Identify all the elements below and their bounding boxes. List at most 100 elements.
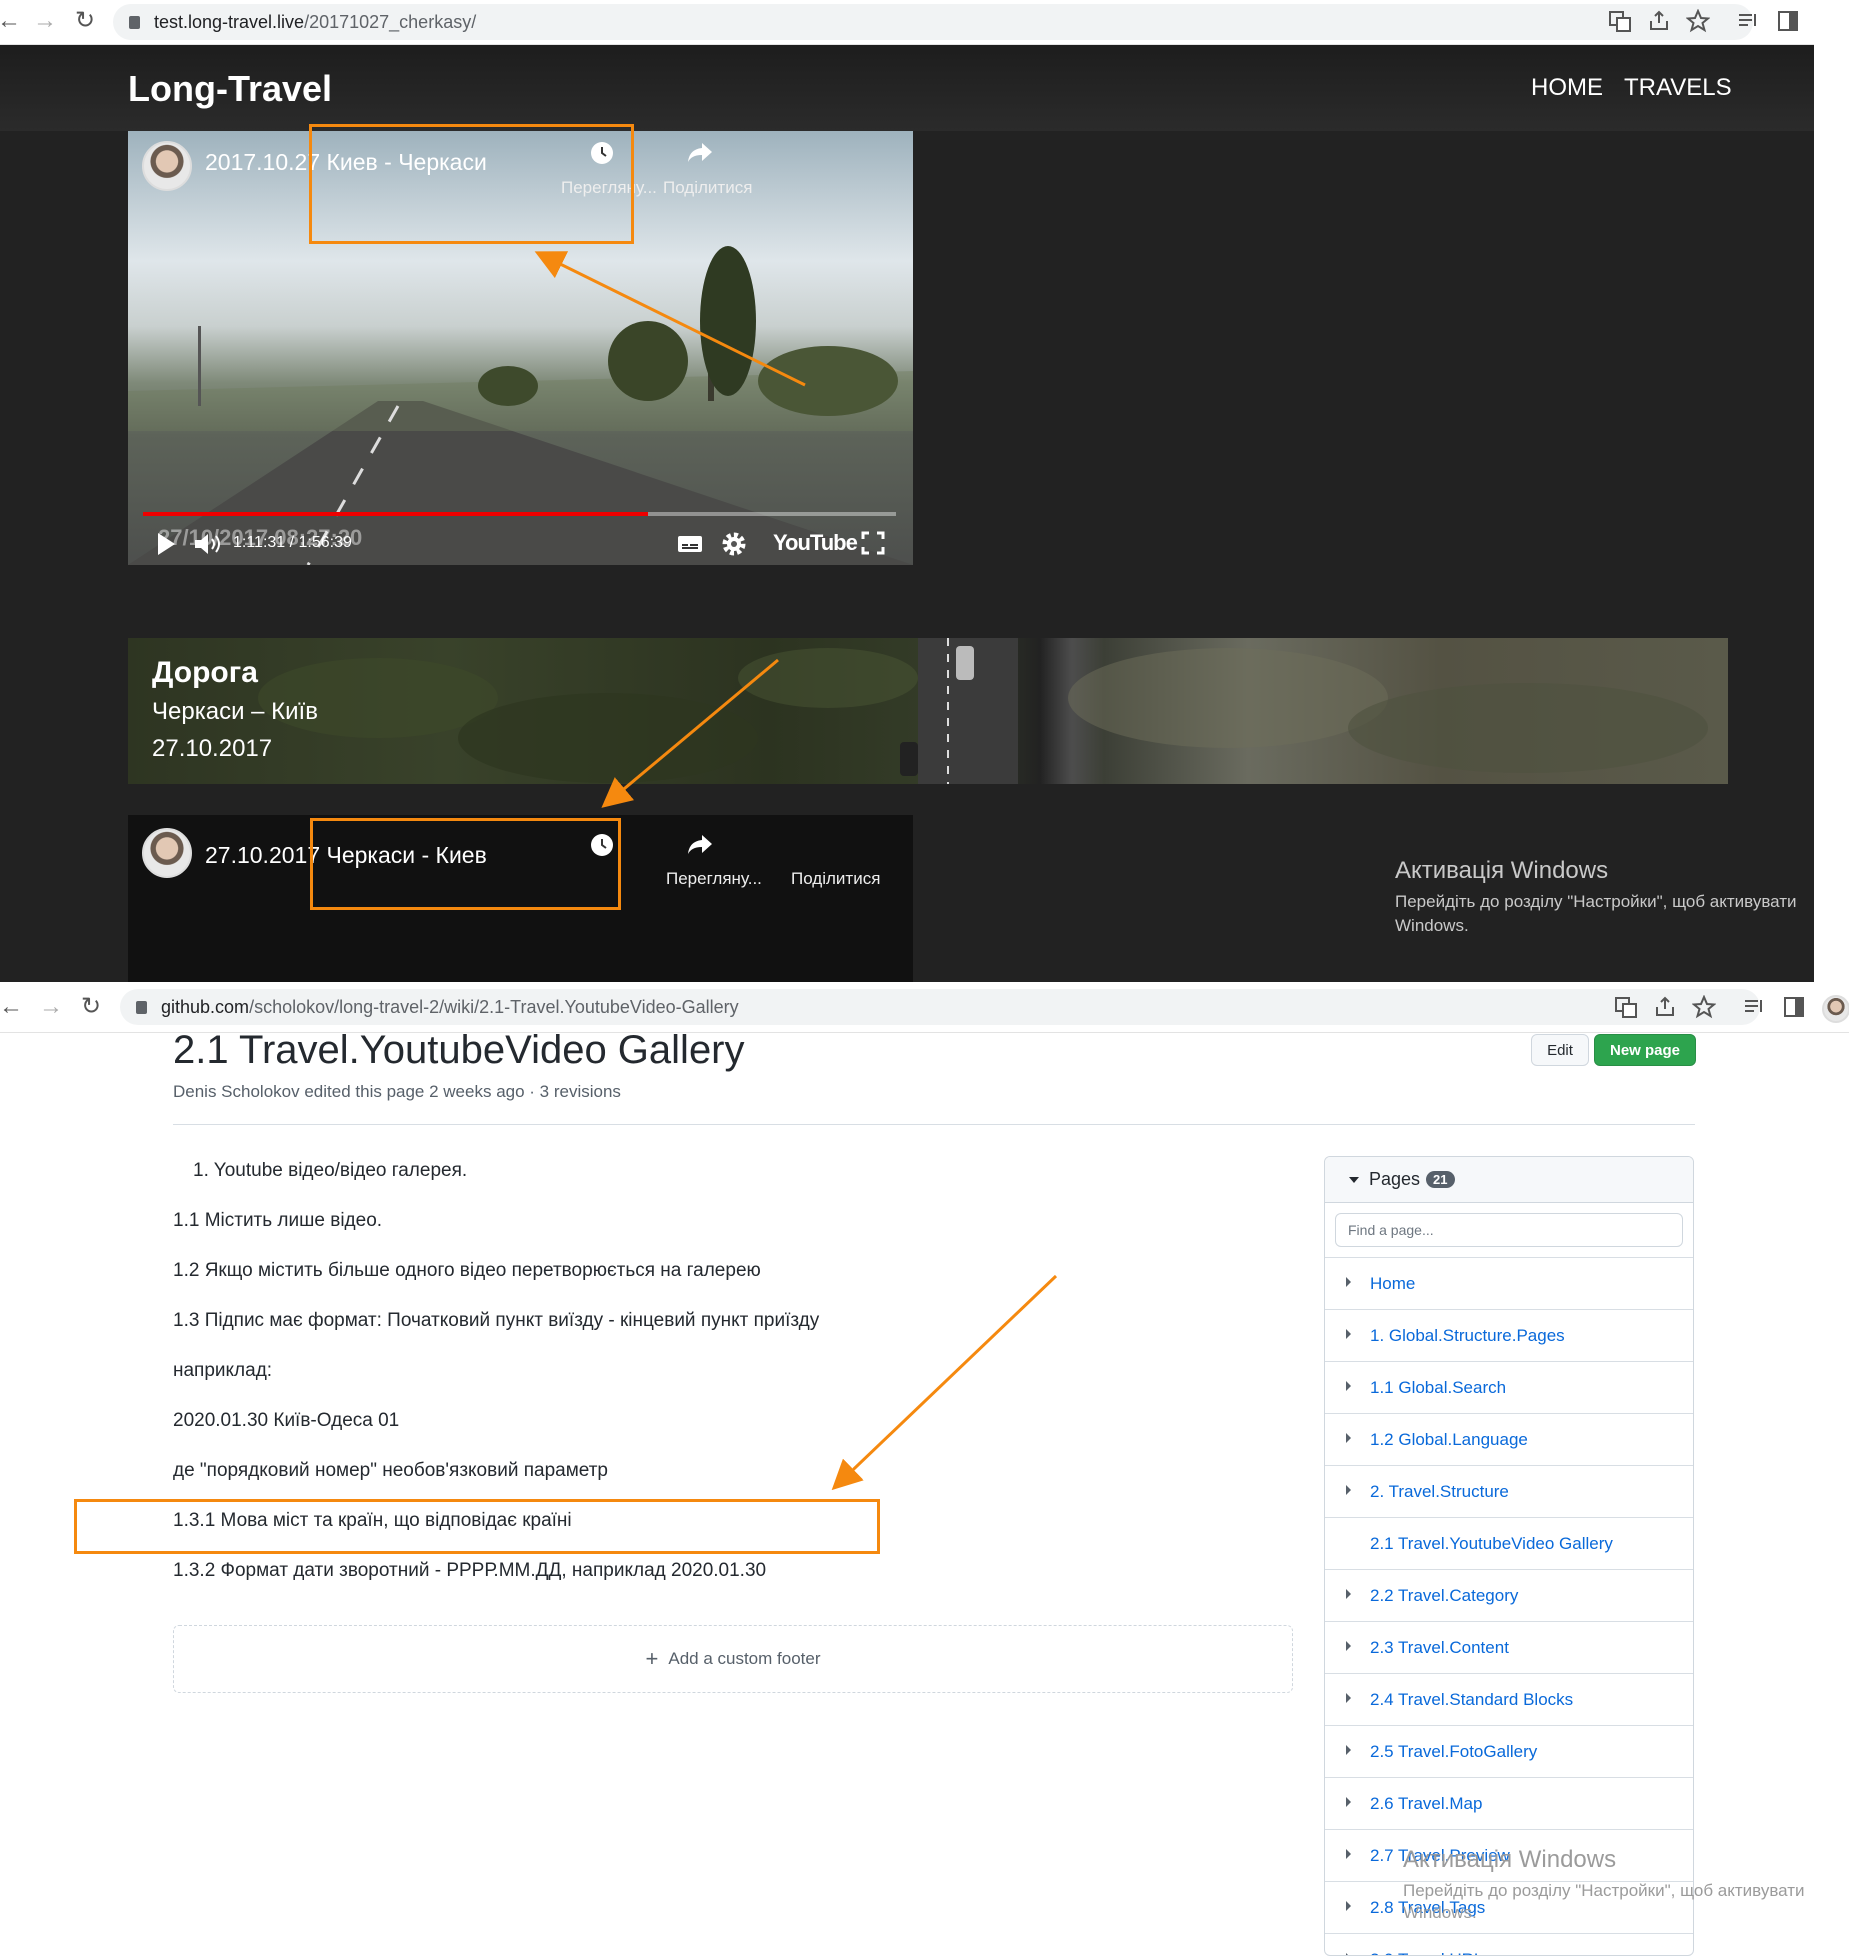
sidebar-page-item[interactable]: 2.6 Travel.Map bbox=[1325, 1777, 1693, 1829]
forward-icon[interactable]: → bbox=[32, 8, 58, 34]
sidebar-page-link[interactable]: 1.1 Global.Search bbox=[1370, 1378, 1506, 1398]
address-bar[interactable]: test.long-travel.live/20171027_cherkasy/ bbox=[113, 4, 1753, 40]
caret-right-icon[interactable] bbox=[1346, 1641, 1351, 1651]
find-page-input[interactable]: Find a page... bbox=[1335, 1213, 1683, 1247]
windows-activation-line2-2: Windows. bbox=[1403, 1903, 1477, 1923]
sidebar-page-link[interactable]: 2.2 Travel.Category bbox=[1370, 1586, 1518, 1606]
bookmark-star-icon[interactable] bbox=[1686, 9, 1710, 33]
edit-button[interactable]: Edit bbox=[1531, 1034, 1589, 1066]
site-logo[interactable]: Long-Travel bbox=[128, 68, 332, 110]
share-icon-2[interactable] bbox=[1653, 995, 1677, 1019]
caret-right-icon[interactable] bbox=[1346, 1849, 1351, 1859]
windows-activation-title-2: Активація Windows bbox=[1403, 1846, 1616, 1874]
sidebar-page-item[interactable]: 2. Travel.Structure bbox=[1325, 1465, 1693, 1517]
caret-right-icon[interactable] bbox=[1346, 1381, 1351, 1391]
share-arrow-icon[interactable] bbox=[686, 140, 714, 166]
route-banner: Дорога Черкаси – Київ 27.10.2017 bbox=[128, 638, 1728, 784]
reload-icon-2[interactable]: ↻ bbox=[78, 994, 104, 1020]
progress-played bbox=[143, 512, 648, 516]
sidebar-page-item[interactable]: 2.4 Travel.Standard Blocks bbox=[1325, 1673, 1693, 1725]
back-icon-2[interactable]: ← bbox=[0, 994, 24, 1020]
share-label[interactable]: Поділитися bbox=[663, 178, 752, 198]
sidebar-page-item[interactable]: 2.1 Travel.YoutubeVideo Gallery bbox=[1325, 1517, 1693, 1569]
wiki-page-title: 2.1 Travel.YoutubeVideo Gallery bbox=[173, 1028, 745, 1073]
sidebar-page-item[interactable]: 1.2 Global.Language bbox=[1325, 1413, 1693, 1465]
header-divider bbox=[173, 1124, 1695, 1125]
sidebar-page-item[interactable]: Home bbox=[1325, 1257, 1693, 1309]
windows-activation-line1-2: Перейдіть до розділу "Настройки", щоб ак… bbox=[1403, 1881, 1805, 1901]
watch-later-label-2[interactable]: Перегляну... bbox=[666, 869, 762, 889]
sidebar-page-item[interactable]: 1. Global.Structure.Pages bbox=[1325, 1309, 1693, 1361]
windows-activation-title: Активація Windows bbox=[1395, 857, 1608, 885]
sidebar-page-link[interactable]: 2.3 Travel.Content bbox=[1370, 1638, 1509, 1658]
address-bar-2[interactable]: github.com/scholokov/long-travel-2/wiki/… bbox=[120, 989, 1760, 1025]
caret-right-icon[interactable] bbox=[1346, 1797, 1351, 1807]
fullscreen-icon[interactable] bbox=[861, 531, 885, 555]
lock-icon bbox=[129, 16, 140, 29]
youtube-logo[interactable]: YouTube bbox=[773, 530, 857, 556]
video-time: 1:11:31 / 1:56:39 bbox=[233, 534, 352, 552]
share-icon[interactable] bbox=[1647, 9, 1671, 33]
wiki-para-3: 1.2 Якщо містить більше одного відео пер… bbox=[173, 1260, 761, 1282]
side-panel-icon[interactable] bbox=[1776, 9, 1800, 33]
sidebar-page-link[interactable]: 2.1 Travel.YoutubeVideo Gallery bbox=[1370, 1534, 1613, 1554]
bookmark-star-icon-2[interactable] bbox=[1692, 995, 1716, 1019]
new-page-button[interactable]: New page bbox=[1594, 1034, 1696, 1066]
sidebar-page-link[interactable]: 2. Travel.Structure bbox=[1370, 1482, 1509, 1502]
wiki-para-7: де "порядковий номер" необов'язковий пар… bbox=[173, 1460, 608, 1482]
sidebar-page-link[interactable]: 2.5 Travel.FotoGallery bbox=[1370, 1742, 1537, 1762]
nav-home[interactable]: HOME bbox=[1531, 74, 1603, 102]
caret-right-icon[interactable] bbox=[1346, 1745, 1351, 1755]
translate-icon[interactable] bbox=[1608, 9, 1632, 33]
url-domain-2: github.com bbox=[161, 997, 249, 1017]
bottom-browser-toolbar: ← → ↻ github.com/scholokov/long-travel-2… bbox=[0, 982, 1849, 1033]
subtitles-icon[interactable] bbox=[677, 534, 703, 554]
caret-right-icon[interactable] bbox=[1346, 1329, 1351, 1339]
sidebar-page-item[interactable]: 2.5 Travel.FotoGallery bbox=[1325, 1725, 1693, 1777]
reading-list-icon-2[interactable] bbox=[1742, 995, 1766, 1019]
translate-icon-2[interactable] bbox=[1614, 995, 1638, 1019]
caret-right-icon[interactable] bbox=[1346, 1485, 1351, 1495]
channel-avatar-2[interactable] bbox=[142, 828, 192, 878]
sidebar-page-link[interactable]: Home bbox=[1370, 1274, 1415, 1294]
reading-list-icon[interactable] bbox=[1736, 9, 1760, 33]
url-path: /20171027_cherkasy/ bbox=[304, 12, 476, 32]
forward-icon-2[interactable]: → bbox=[38, 994, 64, 1020]
sidebar-page-link[interactable]: 2.6 Travel.Map bbox=[1370, 1794, 1482, 1814]
side-panel-icon-2[interactable] bbox=[1782, 995, 1806, 1019]
url-path-2: /scholokov/long-travel-2/wiki/2.1-Travel… bbox=[249, 997, 739, 1017]
top-browser-toolbar: ← → ↻ test.long-travel.live/20171027_che… bbox=[0, 0, 1814, 45]
sidebar-page-link[interactable]: 2.4 Travel.Standard Blocks bbox=[1370, 1690, 1573, 1710]
pages-heading: Pages bbox=[1369, 1169, 1420, 1190]
profile-avatar-icon[interactable] bbox=[1822, 995, 1849, 1023]
share-label-2[interactable]: Поділитися bbox=[791, 869, 880, 889]
caret-right-icon[interactable] bbox=[1346, 1433, 1351, 1443]
pages-header[interactable]: Pages 21 bbox=[1325, 1157, 1693, 1203]
wiki-page-meta[interactable]: Denis Scholokov edited this page 2 weeks… bbox=[173, 1082, 621, 1102]
progress-track[interactable] bbox=[143, 512, 896, 516]
caret-right-icon[interactable] bbox=[1346, 1693, 1351, 1703]
banner-date: 27.10.2017 bbox=[152, 735, 272, 763]
sidebar-page-item[interactable]: 1.1 Global.Search bbox=[1325, 1361, 1693, 1413]
volume-icon[interactable] bbox=[192, 531, 222, 557]
caret-right-icon[interactable] bbox=[1346, 1901, 1351, 1911]
sidebar-page-link[interactable]: 1. Global.Structure.Pages bbox=[1370, 1326, 1565, 1346]
caret-right-icon[interactable] bbox=[1346, 1589, 1351, 1599]
banner-title: Дорога bbox=[152, 656, 258, 690]
sidebar-page-link[interactable]: 1.2 Global.Language bbox=[1370, 1430, 1528, 1450]
arrow-to-wiki-rule bbox=[836, 1276, 1056, 1486]
caret-down-icon bbox=[1349, 1177, 1359, 1183]
add-custom-footer[interactable]: + Add a custom footer bbox=[173, 1625, 1293, 1693]
settings-gear-icon[interactable] bbox=[721, 531, 747, 557]
caret-right-icon[interactable] bbox=[1346, 1277, 1351, 1287]
share-arrow-icon-2[interactable] bbox=[686, 832, 714, 858]
sidebar-page-item[interactable]: 2.2 Travel.Category bbox=[1325, 1569, 1693, 1621]
play-icon[interactable] bbox=[155, 531, 177, 557]
nav-travels[interactable]: TRAVELS bbox=[1624, 74, 1732, 102]
reload-icon[interactable]: ↻ bbox=[72, 8, 98, 34]
annotation-box-video2-title bbox=[310, 818, 621, 910]
annotation-box-video1-title bbox=[309, 124, 634, 244]
sidebar-page-item[interactable]: 2.3 Travel.Content bbox=[1325, 1621, 1693, 1673]
channel-avatar[interactable] bbox=[142, 141, 192, 191]
back-icon[interactable]: ← bbox=[0, 8, 22, 34]
